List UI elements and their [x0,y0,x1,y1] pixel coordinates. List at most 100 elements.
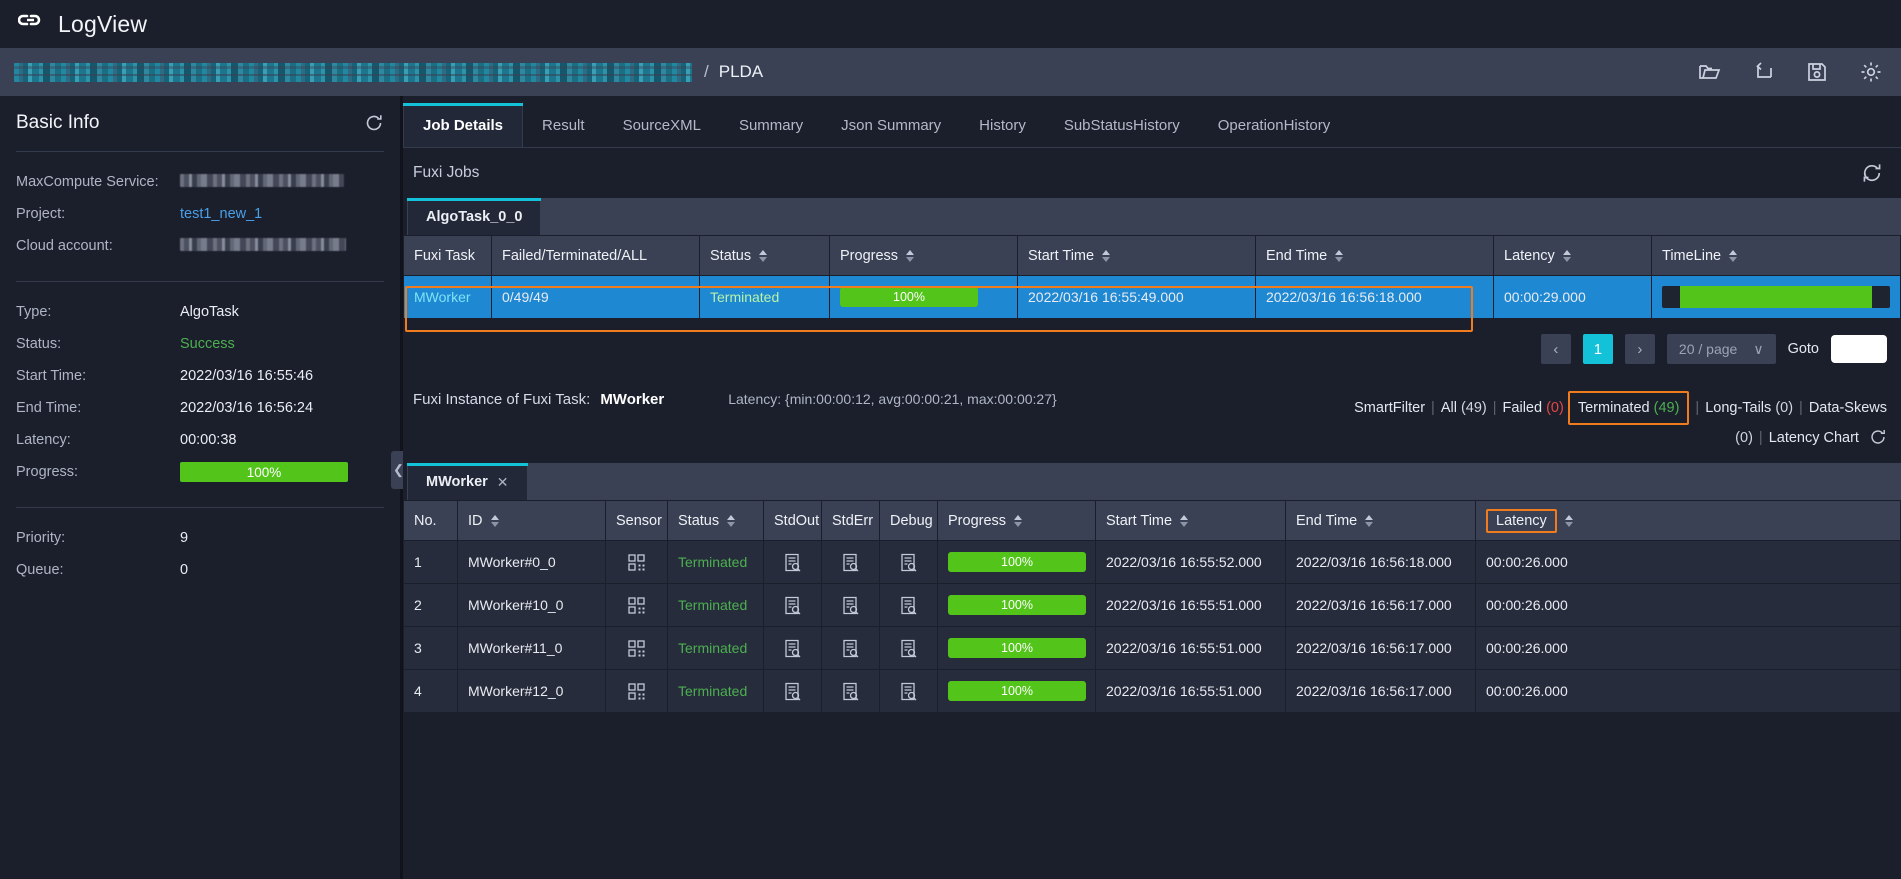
col-latency[interactable]: Latency [1475,500,1901,541]
col-label: StdOut [774,512,820,529]
col-end-time[interactable]: End Time [1285,500,1476,541]
cell-status: Terminated [667,540,764,584]
col-status[interactable]: Status [699,235,830,276]
cell-stderr[interactable] [821,626,880,670]
page-1-button[interactable]: 1 [1582,334,1613,364]
sort-arrows-icon[interactable] [1180,514,1189,527]
log-search-icon[interactable] [774,682,811,701]
breadcrumb-job-id-redacted[interactable] [14,62,692,82]
cell-stdout[interactable] [763,626,822,670]
filter-all[interactable]: All (49) [1441,400,1487,416]
log-search-icon[interactable] [774,639,811,658]
log-search-icon[interactable] [890,553,927,572]
qr-code-icon[interactable] [616,596,657,614]
cell-stderr[interactable] [821,583,880,627]
col-fuxi-task[interactable]: Fuxi Task [403,235,492,276]
cell-sensor[interactable] [605,540,668,584]
breadcrumb-leaf[interactable]: PLDA [719,62,763,82]
col-stdout: StdOut [763,500,822,541]
sort-arrows-icon[interactable] [1365,514,1374,527]
subtab-algotask-0-0[interactable]: AlgoTask_0_0 [407,198,542,235]
log-search-icon[interactable] [832,596,869,615]
prev-page-button[interactable]: ‹ [1540,334,1571,364]
table-row[interactable]: 3 MWorker#11_0 Terminated 100% 2022/03/1… [403,626,1901,670]
qr-code-icon[interactable] [616,682,657,700]
cell-sensor[interactable] [605,626,668,670]
sort-arrows-icon[interactable] [1014,514,1023,527]
refresh-icon[interactable] [364,113,384,133]
cell-stderr[interactable] [821,540,880,584]
col-start-time[interactable]: Start Time [1095,500,1286,541]
col-status[interactable]: Status [667,500,764,541]
tab-summary[interactable]: Summary [720,103,822,147]
refresh-icon[interactable] [1861,162,1883,184]
sort-arrows-icon[interactable] [1729,249,1738,262]
filter-long-tails[interactable]: Long-Tails (0) [1705,400,1793,416]
sort-arrows-icon[interactable] [1562,249,1571,262]
log-search-icon[interactable] [774,553,811,572]
gear-icon[interactable] [1859,60,1883,84]
tab-json-summary[interactable]: Json Summary [822,103,960,147]
log-search-icon[interactable] [774,596,811,615]
fuxi-task-link[interactable]: MWorker [414,289,471,305]
cell-debug[interactable] [879,626,938,670]
col-end-time[interactable]: End Time [1255,235,1494,276]
cell-debug[interactable] [879,583,938,627]
tab-operationhistory[interactable]: OperationHistory [1199,103,1350,147]
save-icon[interactable] [1805,60,1829,84]
table-row[interactable]: 1 MWorker#0_0 Terminated 100% 2022/03/16… [403,540,1901,584]
open-folder-icon[interactable] [1697,60,1721,84]
cell-stderr[interactable] [821,669,880,713]
table-row[interactable]: 4 MWorker#12_0 Terminated 100% 2022/03/1… [403,669,1901,713]
next-page-button[interactable]: › [1624,334,1655,364]
filter-failed[interactable]: Failed (0) [1503,400,1564,416]
cell-fuxi-task[interactable]: MWorker [403,275,492,319]
tab-substatushistory[interactable]: SubStatusHistory [1045,103,1199,147]
smartfilter-label[interactable]: SmartFilter [1354,400,1425,416]
col-latency[interactable]: Latency [1493,235,1652,276]
log-search-icon[interactable] [890,682,927,701]
log-search-icon[interactable] [890,639,927,658]
project-link[interactable]: test1_new_1 [180,206,262,222]
qr-code-icon[interactable] [616,639,657,657]
tab-job-details[interactable]: Job Details [403,103,524,147]
page-size-select[interactable]: 20 / page ∨ [1666,334,1776,364]
cell-debug[interactable] [879,669,938,713]
subtab-mworker[interactable]: MWorker ✕ [407,463,528,500]
sort-arrows-icon[interactable] [759,249,768,262]
filter-terminated[interactable]: Terminated (49) [1567,391,1690,425]
col-start-time[interactable]: Start Time [1017,235,1256,276]
tab-sourcexml[interactable]: SourceXML [604,103,720,147]
qr-code-icon[interactable] [616,553,657,571]
sort-arrows-icon[interactable] [1335,249,1344,262]
sort-arrows-icon[interactable] [906,249,915,262]
log-search-icon[interactable] [890,596,927,615]
cell-stdout[interactable] [763,583,822,627]
cell-sensor[interactable] [605,669,668,713]
cell-sensor[interactable] [605,583,668,627]
col-timeline[interactable]: TimeLine [1651,235,1901,276]
sort-arrows-icon[interactable] [727,514,736,527]
table-row[interactable]: MWorker 0/49/49 Terminated 100% 2022/03/… [403,275,1901,319]
goto-input[interactable] [1831,335,1887,363]
cell-debug[interactable] [879,540,938,584]
sort-arrows-icon[interactable] [490,514,499,527]
tab-result[interactable]: Result [523,103,604,147]
sort-arrows-icon[interactable] [1564,514,1573,527]
col-progress[interactable]: Progress [937,500,1096,541]
cell-stdout[interactable] [763,669,822,713]
sort-arrows-icon[interactable] [1102,249,1111,262]
log-search-icon[interactable] [832,639,869,658]
cell-stdout[interactable] [763,540,822,584]
table-row[interactable]: 2 MWorker#10_0 Terminated 100% 2022/03/1… [403,583,1901,627]
log-search-icon[interactable] [832,682,869,701]
close-icon[interactable]: ✕ [497,474,509,491]
tab-history[interactable]: History [960,103,1045,147]
return-arrow-icon[interactable] [1751,60,1775,84]
refresh-icon[interactable] [1869,428,1887,455]
log-search-icon[interactable] [832,553,869,572]
col-id[interactable]: ID [457,500,606,541]
col-failed-terminated-all[interactable]: Failed/Terminated/ALL [491,235,700,276]
latency-chart-link[interactable]: Latency Chart [1769,430,1859,446]
col-progress[interactable]: Progress [829,235,1018,276]
